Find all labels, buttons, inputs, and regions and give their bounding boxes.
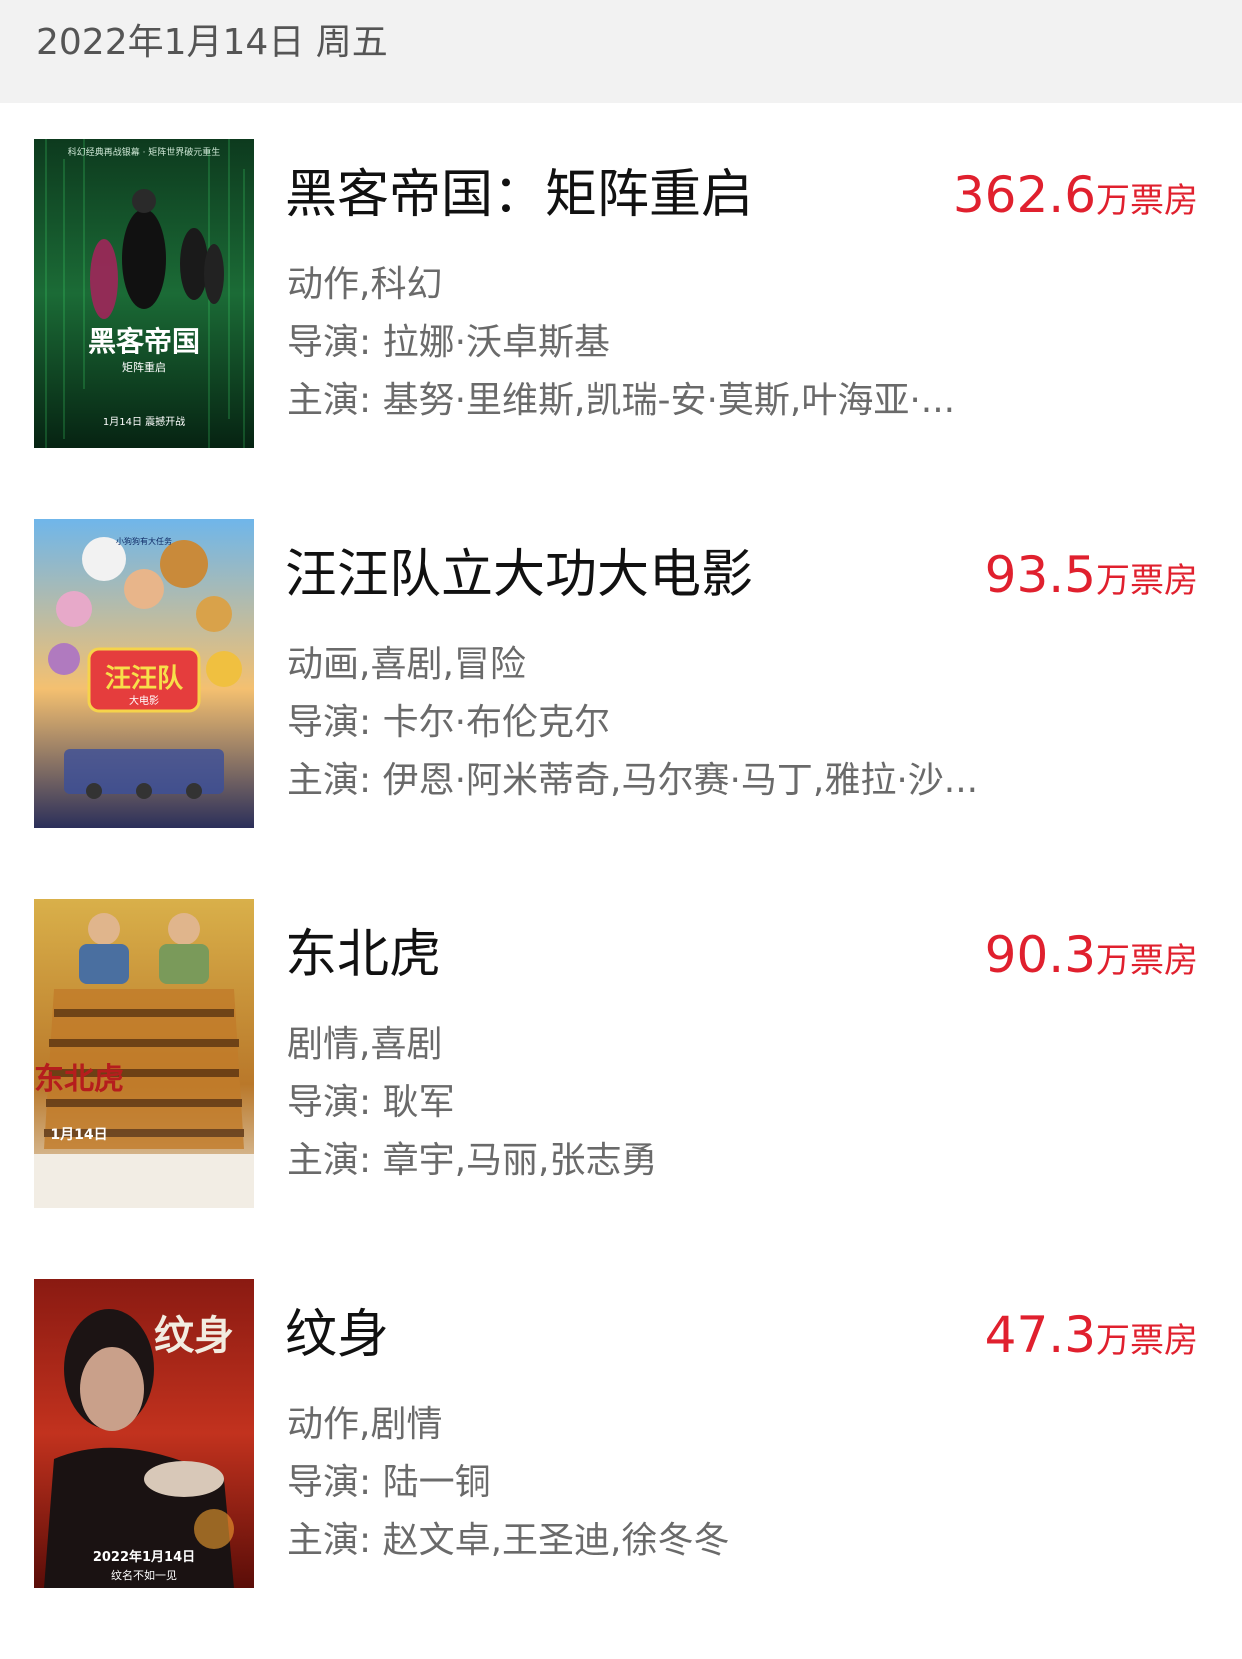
movie-title[interactable]: 汪汪队立大功大电影 bbox=[285, 543, 753, 607]
box-office: 90.3万票房 bbox=[985, 923, 1198, 999]
movie-genre: 动画,喜剧,冒险 bbox=[287, 644, 526, 685]
poster-main-title: 黑客帝国 bbox=[88, 325, 200, 358]
poster-main-title: 纹身 bbox=[154, 1313, 234, 1359]
box-office-unit: 万票房 bbox=[1096, 561, 1198, 601]
box-office-value: 362.6 bbox=[952, 166, 1096, 224]
northeast-tiger-poster-image: 东北虎 1月14日 bbox=[34, 899, 254, 1208]
movie-cast: 主演: 基努·里维斯,凯瑞-安·莫斯,叶海亚·... bbox=[287, 380, 956, 421]
movie-genre: 动作,科幻 bbox=[287, 264, 443, 305]
movie-director: 导演: 拉娜·沃卓斯基 bbox=[287, 322, 611, 363]
box-office: 362.6万票房 bbox=[953, 163, 1198, 239]
movie-poster-3[interactable]: 东北虎 1月14日 bbox=[34, 899, 254, 1208]
movie-item-1[interactable]: 科幻经典再战银幕 · 矩阵世界破元重生 黑客帝国 矩阵重启 1月14日 震撼开战… bbox=[0, 139, 1242, 519]
matrix-poster-image: 科幻经典再战银幕 · 矩阵世界破元重生 黑客帝国 矩阵重启 1月14日 震撼开战 bbox=[34, 139, 254, 448]
movie-title[interactable]: 东北虎 bbox=[285, 923, 441, 987]
movie-cast: 主演: 章宇,马丽,张志勇 bbox=[287, 1140, 658, 1181]
movie-poster-2[interactable]: 小狗狗有大任务 汪汪队 大电影 bbox=[34, 519, 254, 828]
movie-item-2[interactable]: 小狗狗有大任务 汪汪队 大电影 汪汪队立大功大电影 93.5万票房 动画,喜剧,… bbox=[0, 519, 1242, 899]
movie-cast: 主演: 赵文卓,王圣迪,徐冬冬 bbox=[287, 1520, 730, 1561]
box-office-value: 93.5 bbox=[984, 546, 1096, 604]
movie-title[interactable]: 纹身 bbox=[285, 1303, 389, 1367]
poster-sub-title: 纹名不如一见 bbox=[111, 1568, 177, 1582]
movie-director: 导演: 耿军 bbox=[287, 1082, 455, 1123]
movie-cast: 主演: 伊恩·阿米蒂奇,马尔赛·马丁,雅拉·沙... bbox=[287, 760, 979, 801]
box-office: 47.3万票房 bbox=[985, 1303, 1198, 1379]
movie-director: 导演: 卡尔·布伦克尔 bbox=[287, 702, 611, 743]
tattoo-poster-image: 纹身 2022年1月14日 纹名不如一见 bbox=[34, 1279, 254, 1588]
box-office-unit: 万票房 bbox=[1096, 1321, 1198, 1361]
paw-patrol-poster-image: 小狗狗有大任务 汪汪队 大电影 bbox=[34, 519, 254, 828]
poster-tagline: 科幻经典再战银幕 · 矩阵世界破元重生 bbox=[68, 146, 221, 158]
poster-tagline: 小狗狗有大任务 bbox=[116, 536, 172, 546]
box-office-value: 47.3 bbox=[984, 1306, 1096, 1364]
box-office-unit: 万票房 bbox=[1096, 941, 1198, 981]
movie-director: 导演: 陆一铜 bbox=[287, 1462, 491, 1503]
date-label: 2022年1月14日 周五 bbox=[36, 22, 388, 63]
poster-main-title: 汪汪队 bbox=[105, 664, 184, 694]
movie-item-4[interactable]: 纹身 2022年1月14日 纹名不如一见 纹身 47.3万票房 动作,剧情 导演… bbox=[0, 1279, 1242, 1659]
poster-date: 1月14日 bbox=[50, 1127, 107, 1143]
movie-title[interactable]: 黑客帝国：矩阵重启 bbox=[285, 163, 753, 227]
poster-sub-title: 矩阵重启 bbox=[122, 360, 166, 374]
poster-sub-title: 大电影 bbox=[129, 694, 159, 707]
box-office-value: 90.3 bbox=[984, 926, 1096, 984]
box-office: 93.5万票房 bbox=[985, 543, 1198, 619]
movie-item-3[interactable]: 东北虎 1月14日 东北虎 90.3万票房 剧情,喜剧 导演: 耿军 主演: 章… bbox=[0, 899, 1242, 1279]
poster-date: 2022年1月14日 bbox=[93, 1549, 195, 1565]
movie-genre: 动作,剧情 bbox=[287, 1404, 443, 1445]
movie-genre: 剧情,喜剧 bbox=[287, 1024, 443, 1065]
poster-main-title: 东北虎 bbox=[34, 1062, 124, 1097]
poster-date: 1月14日 震撼开战 bbox=[103, 415, 185, 428]
date-header: 2022年1月14日 周五 bbox=[0, 0, 1242, 103]
movie-poster-1[interactable]: 科幻经典再战银幕 · 矩阵世界破元重生 黑客帝国 矩阵重启 1月14日 震撼开战 bbox=[34, 139, 254, 448]
box-office-unit: 万票房 bbox=[1096, 181, 1198, 221]
movie-poster-4[interactable]: 纹身 2022年1月14日 纹名不如一见 bbox=[34, 1279, 254, 1588]
